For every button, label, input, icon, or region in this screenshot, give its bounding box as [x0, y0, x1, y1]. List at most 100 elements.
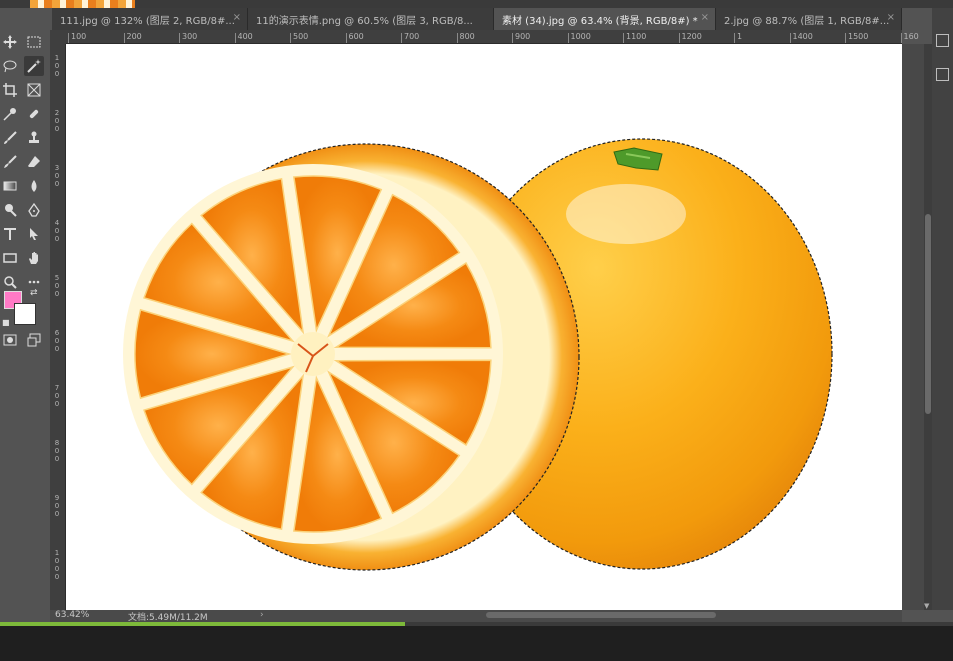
- ruler-label: 300: [182, 32, 198, 41]
- panel-icon[interactable]: [936, 68, 949, 81]
- bottom-area: [0, 626, 953, 661]
- tab-label: 素材 (34).jpg @ 63.4% (背景, RGB/8#) *: [502, 15, 698, 27]
- frame-tool-icon[interactable]: [24, 80, 44, 100]
- healing-brush-tool-icon[interactable]: [24, 104, 44, 124]
- scroll-down-icon[interactable]: ▼: [924, 602, 929, 610]
- close-icon[interactable]: ×: [887, 12, 895, 23]
- zoom-tool-icon[interactable]: [0, 272, 20, 292]
- ruler-tick: [845, 33, 846, 43]
- lasso-tool-icon[interactable]: [0, 56, 20, 76]
- path-selection-tool-icon[interactable]: [24, 224, 44, 244]
- ruler-label: 1100: [626, 32, 647, 41]
- ruler-tick: [623, 33, 624, 43]
- chevron-right-icon[interactable]: ›: [260, 610, 264, 620]
- ruler-label: 500: [293, 32, 309, 41]
- ruler-label: 160: [903, 32, 919, 41]
- ruler-tick: [123, 33, 125, 43]
- ruler-label: 600: [54, 329, 60, 353]
- ruler-tick: [567, 33, 569, 43]
- tab-label: 11的演示表情.png @ 60.5% (图层 3, RGB/8...: [256, 15, 473, 27]
- ruler-label: 900: [54, 494, 60, 518]
- ruler-tick: [234, 33, 236, 43]
- document-tab-bar: 111.jpg @ 132% (图层 2, RGB/8#... × 11的演示表…: [52, 8, 902, 30]
- ruler-label: 400: [54, 219, 60, 243]
- brush-tool-icon[interactable]: [0, 128, 20, 148]
- ruler-label: 1400: [792, 32, 813, 41]
- horizontal-ruler: 100 200 300 400 500 600 700 800 900 1000 1100 1200 1…: [66, 30, 919, 44]
- ruler-tick: [734, 33, 735, 43]
- tab-label: 2.jpg @ 88.7% (图层 1, RGB/8#...: [724, 15, 890, 27]
- tab-111-jpg[interactable]: 111.jpg @ 132% (图层 2, RGB/8#... ×: [52, 8, 248, 30]
- dodge-tool-icon[interactable]: [0, 200, 20, 220]
- toolbox: ⇄ ■: [0, 30, 50, 610]
- ruler-label: 1500: [848, 32, 869, 41]
- ruler-label: 1200: [681, 32, 702, 41]
- tab-2-jpg[interactable]: 2.jpg @ 88.7% (图层 1, RGB/8#... ×: [716, 8, 902, 30]
- ruler-label: 900: [515, 32, 531, 41]
- default-colors-icon[interactable]: ■: [2, 318, 10, 327]
- eyedropper-tool-icon[interactable]: [0, 104, 20, 124]
- vertical-ruler: 100 200 300 400 500 600 700 800 900 1000: [50, 44, 66, 610]
- close-icon[interactable]: ×: [701, 12, 709, 23]
- marquee-tool-icon[interactable]: [24, 32, 44, 52]
- ruler-label: 500: [54, 274, 60, 298]
- scroll-thumb[interactable]: [925, 214, 931, 414]
- clone-stamp-tool-icon[interactable]: [24, 128, 44, 148]
- ruler-label: 1000: [570, 32, 591, 41]
- gradient-tool-icon[interactable]: [0, 176, 20, 196]
- eraser-tool-icon[interactable]: [24, 152, 44, 172]
- blur-tool-icon[interactable]: [24, 176, 44, 196]
- ruler-tick: [68, 33, 69, 43]
- swap-colors-icon[interactable]: ⇄: [30, 288, 38, 298]
- ruler-label: 600: [348, 32, 364, 41]
- horizontal-scroll-thumb[interactable]: [486, 612, 716, 618]
- ruler-tick: [900, 33, 902, 43]
- ruler-label: 400: [237, 32, 253, 41]
- close-icon[interactable]: ×: [233, 12, 241, 23]
- document-canvas[interactable]: [66, 44, 902, 610]
- ruler-label: 100: [54, 54, 60, 78]
- magic-wand-tool-icon[interactable]: [24, 56, 44, 76]
- top-strip: [0, 0, 953, 8]
- ruler-label: 800: [54, 439, 60, 463]
- history-brush-tool-icon[interactable]: [0, 152, 20, 172]
- vertical-scrollbar[interactable]: ▼: [902, 44, 932, 610]
- rectangle-tool-icon[interactable]: [0, 248, 20, 268]
- ruler-tick: [345, 33, 347, 43]
- ruler-label: 700: [54, 384, 60, 408]
- ruler-label: 300: [54, 164, 60, 188]
- ruler-tick: [401, 33, 402, 43]
- thumbnail-preview: [30, 0, 135, 8]
- ruler-tick: [678, 33, 680, 43]
- orange-image: [123, 138, 833, 571]
- ruler-label: 700: [404, 32, 420, 41]
- ruler-label: 800: [459, 32, 475, 41]
- status-bar: 63.42% 文档:5.49M/11.2M ›: [50, 610, 902, 623]
- tab-sucai-34-jpg[interactable]: 素材 (34).jpg @ 63.4% (背景, RGB/8#) * ×: [494, 8, 716, 30]
- quick-mask-icon[interactable]: [0, 330, 20, 350]
- ruler-label: 200: [54, 109, 60, 133]
- ruler-tick: [290, 33, 291, 43]
- hand-tool-icon[interactable]: [24, 248, 44, 268]
- ruler-corner: [50, 30, 66, 44]
- half-orange: [123, 143, 580, 571]
- tab-11-demo-png[interactable]: 11的演示表情.png @ 60.5% (图层 3, RGB/8...: [248, 8, 494, 30]
- ruler-label: 1000: [54, 549, 60, 581]
- move-tool-icon[interactable]: [0, 32, 20, 52]
- ruler-tick: [179, 33, 180, 43]
- pen-tool-icon[interactable]: [24, 200, 44, 220]
- type-tool-icon[interactable]: [0, 224, 20, 244]
- background-color-swatch[interactable]: [14, 303, 36, 325]
- photoshop-window: 111.jpg @ 132% (图层 2, RGB/8#... × 11的演示表…: [0, 0, 953, 661]
- tab-label: 111.jpg @ 132% (图层 2, RGB/8#...: [60, 15, 235, 27]
- screen-mode-icon[interactable]: [24, 330, 44, 350]
- ruler-label: 100: [71, 32, 87, 41]
- ruler-tick: [512, 33, 513, 43]
- ruler-label: 200: [126, 32, 142, 41]
- crop-tool-icon[interactable]: [0, 80, 20, 100]
- zoom-level[interactable]: 63.42%: [55, 610, 89, 620]
- ruler-tick: [456, 33, 458, 43]
- panel-icon[interactable]: [936, 34, 949, 47]
- ruler-label: 1: [737, 32, 743, 41]
- ruler-tick: [789, 33, 791, 43]
